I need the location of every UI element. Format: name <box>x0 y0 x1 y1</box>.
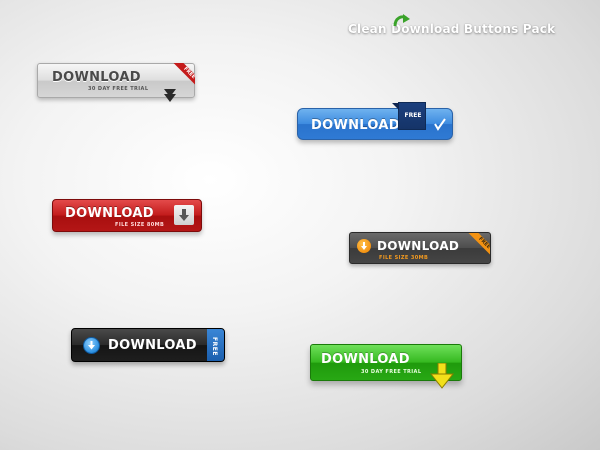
free-tag: FREE <box>392 102 426 130</box>
arrow-down-icon <box>164 89 176 102</box>
button-sublabel: FILE SIZE 80MB <box>115 222 165 228</box>
download-button-gray[interactable]: DOWNLOAD FILE SIZE 30MB FREE <box>349 232 491 264</box>
download-circle-icon <box>357 239 371 253</box>
button-label: DOWNLOAD <box>311 118 400 133</box>
download-button-blue[interactable]: DOWNLOAD FREE <box>297 102 453 140</box>
download-button-green[interactable]: DOWNLOAD 30 DAY FREE TRIAL <box>310 344 462 389</box>
button-label: DOWNLOAD <box>377 239 460 253</box>
button-label: DOWNLOAD <box>52 70 141 85</box>
download-button-red[interactable]: DOWNLOAD FILE SIZE 80MB <box>52 199 202 232</box>
button-label: DOWNLOAD <box>65 206 154 221</box>
download-circle-icon <box>83 337 100 354</box>
button-sublabel: FILE SIZE 30MB <box>379 255 429 261</box>
checkmark-icon <box>434 118 446 131</box>
download-button-silver[interactable]: DOWNLOAD 30 DAY FREE TRIAL FREE <box>37 63 195 102</box>
download-box-icon <box>174 205 194 225</box>
button-sublabel: 30 DAY FREE TRIAL <box>88 86 149 92</box>
download-button-black[interactable]: DOWNLOAD FREE <box>71 328 225 362</box>
button-label: DOWNLOAD <box>321 352 410 367</box>
free-side-tab: FREE <box>207 329 224 361</box>
button-sublabel: 30 DAY FREE TRIAL <box>361 369 422 375</box>
page-title: Clean Download Buttons Pack <box>348 22 556 36</box>
arrow-down-icon <box>430 363 454 389</box>
button-label: DOWNLOAD <box>108 338 197 353</box>
curved-arrow-icon <box>393 14 410 27</box>
free-ribbon: FREE <box>460 233 490 263</box>
